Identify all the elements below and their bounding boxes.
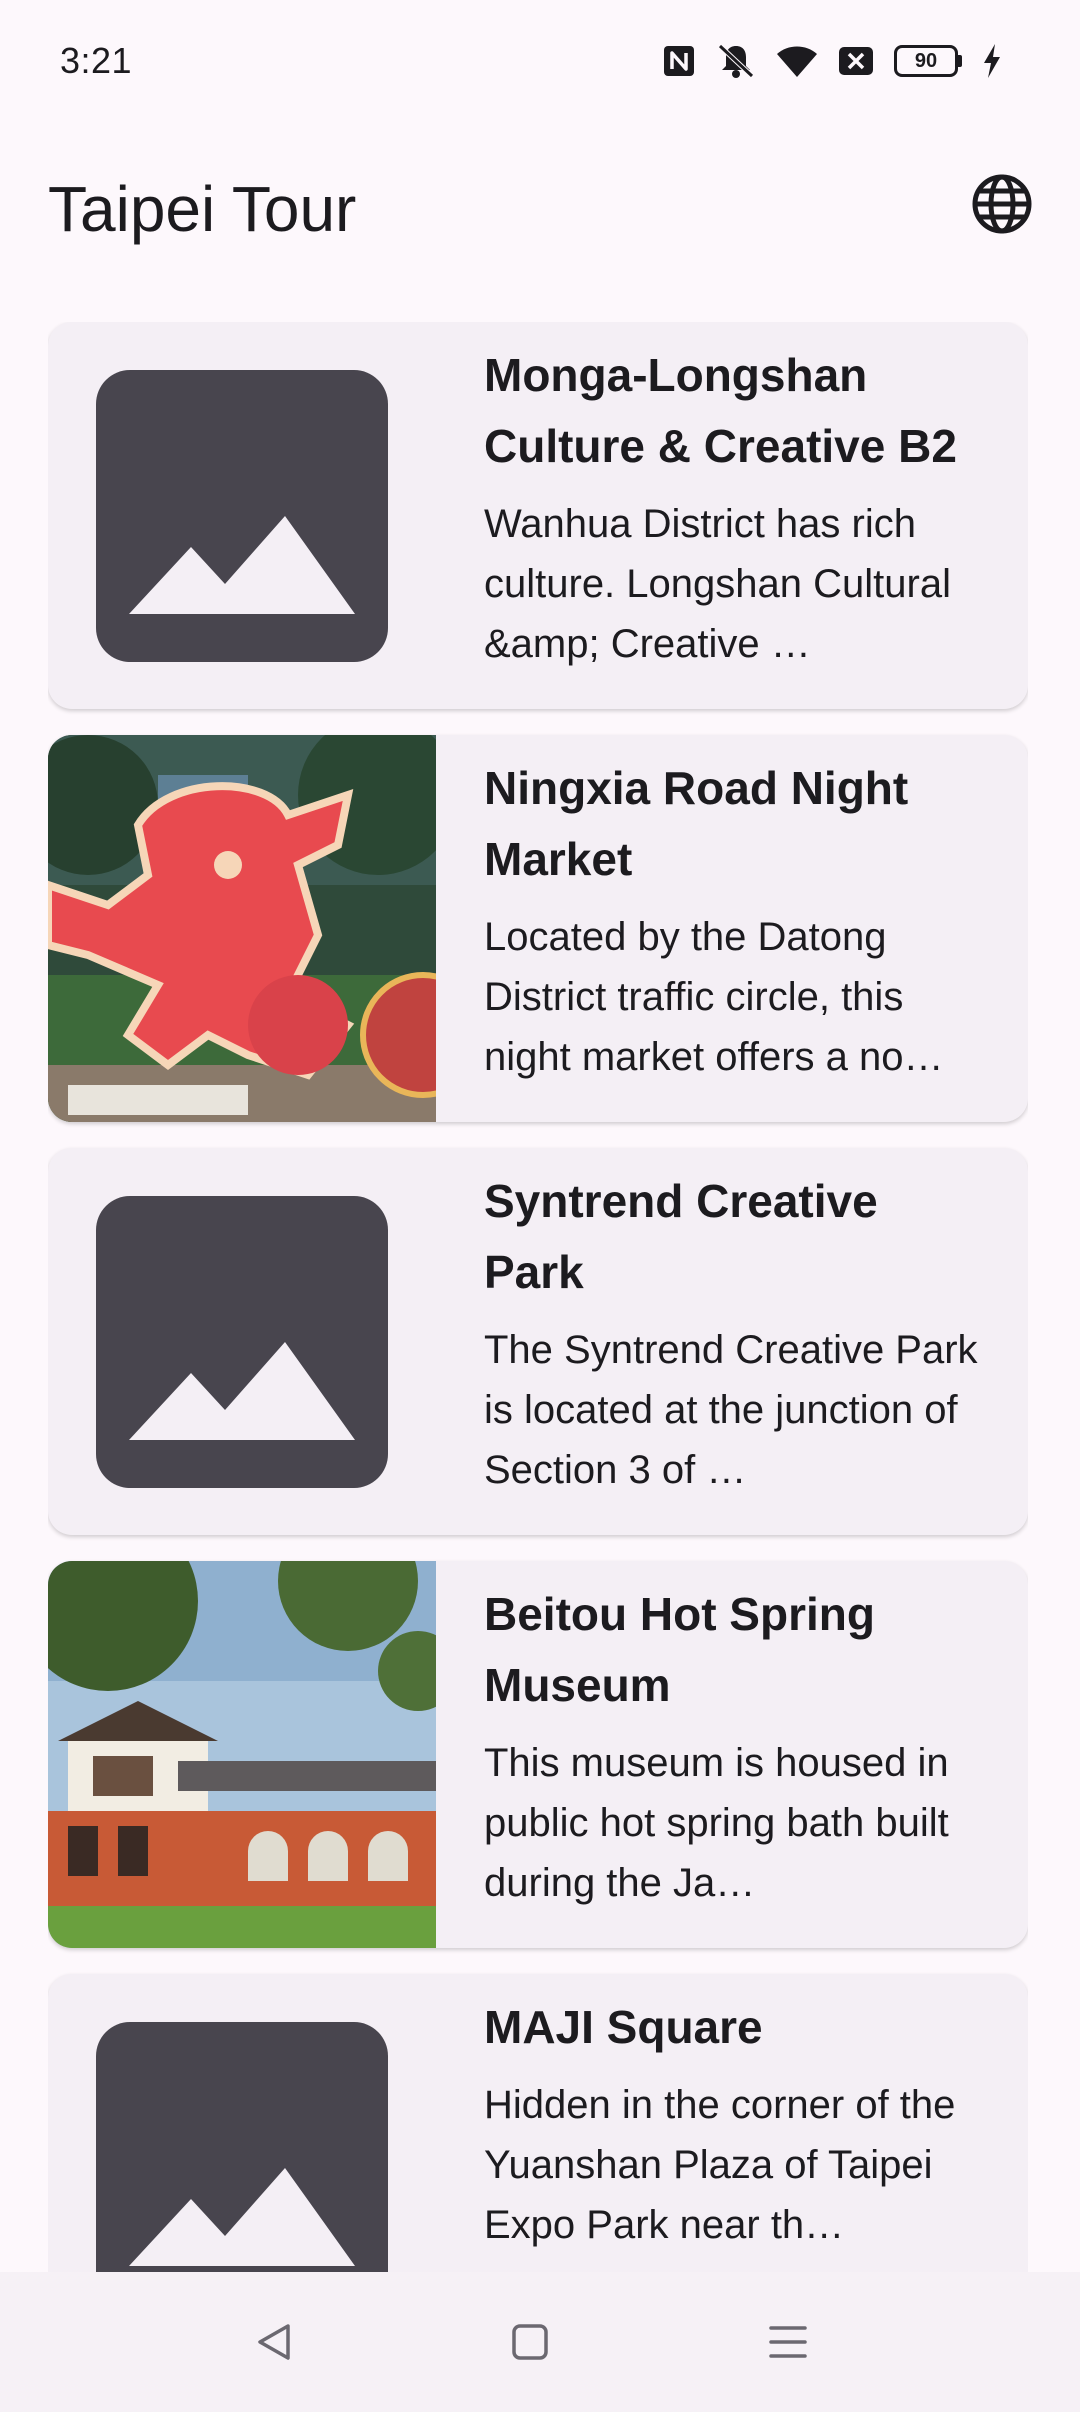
globe-icon [971,173,1033,240]
image-placeholder-icon [96,370,388,662]
app-header: Taipei Tour [0,124,1080,294]
attraction-card[interactable]: Ningxia Road Night Market Located by the… [48,735,1028,1122]
system-nav-bar [0,2272,1080,2412]
attraction-card[interactable]: Monga-Longshan Culture & Creative B2 Wan… [48,322,1028,709]
attraction-image [48,1561,436,1948]
dragon-sculpture-photo [48,735,436,1122]
back-triangle-icon [258,2324,290,2360]
attraction-image [48,322,436,709]
wifi-icon [776,43,818,79]
attraction-description: This museum is housed in public hot spri… [484,1741,949,1905]
attraction-card[interactable]: MAJI Square Hidden in the corner of the … [48,1974,1028,2272]
attraction-card[interactable]: Syntrend Creative Park The Syntrend Crea… [48,1148,1028,1535]
status-icons: 90 [662,40,1002,82]
battery-icon: 90 [894,45,962,77]
attraction-title: Syntrend Creative Park [484,1175,878,1298]
attraction-description: Hidden in the corner of the Yuanshan Pla… [484,2083,956,2247]
language-button[interactable] [962,166,1042,246]
attraction-description: Wanhua District has rich culture. Longsh… [484,502,951,666]
attraction-image [48,1974,436,2272]
bell-muted-icon [716,42,756,80]
back-button[interactable] [244,2312,304,2372]
attraction-title: Ningxia Road Night Market [484,762,909,885]
status-time: 3:21 [60,40,133,81]
attraction-title: Monga-Longshan Culture & Creative B2 [484,349,957,472]
charging-icon [982,43,1002,79]
attraction-image [48,1148,436,1535]
status-bar: 3:21 90 [0,0,1080,124]
attraction-list[interactable]: Monga-Longshan Culture & Creative B2 Wan… [48,322,1028,2272]
home-square-icon [512,2324,548,2360]
page-title: Taipei Tour [48,173,357,245]
menu-lines-icon [769,2326,807,2358]
image-placeholder-icon [96,1196,388,1488]
attraction-title: Beitou Hot Spring Museum [484,1588,875,1711]
close-box-icon [838,45,874,77]
attraction-card[interactable]: Beitou Hot Spring Museum This museum is … [48,1561,1028,1948]
recents-button[interactable] [758,2312,818,2372]
image-placeholder-icon [96,2022,388,2272]
attraction-title: MAJI Square [484,2001,763,2053]
attraction-description: Located by the Datong District traffic c… [484,915,944,1079]
attraction-image [48,735,436,1122]
battery-level: 90 [894,45,958,77]
museum-building-photo [48,1561,436,1948]
home-button[interactable] [500,2312,560,2372]
attraction-description: The Syntrend Creative Park is located at… [484,1328,978,1492]
nfc-icon [662,44,696,78]
